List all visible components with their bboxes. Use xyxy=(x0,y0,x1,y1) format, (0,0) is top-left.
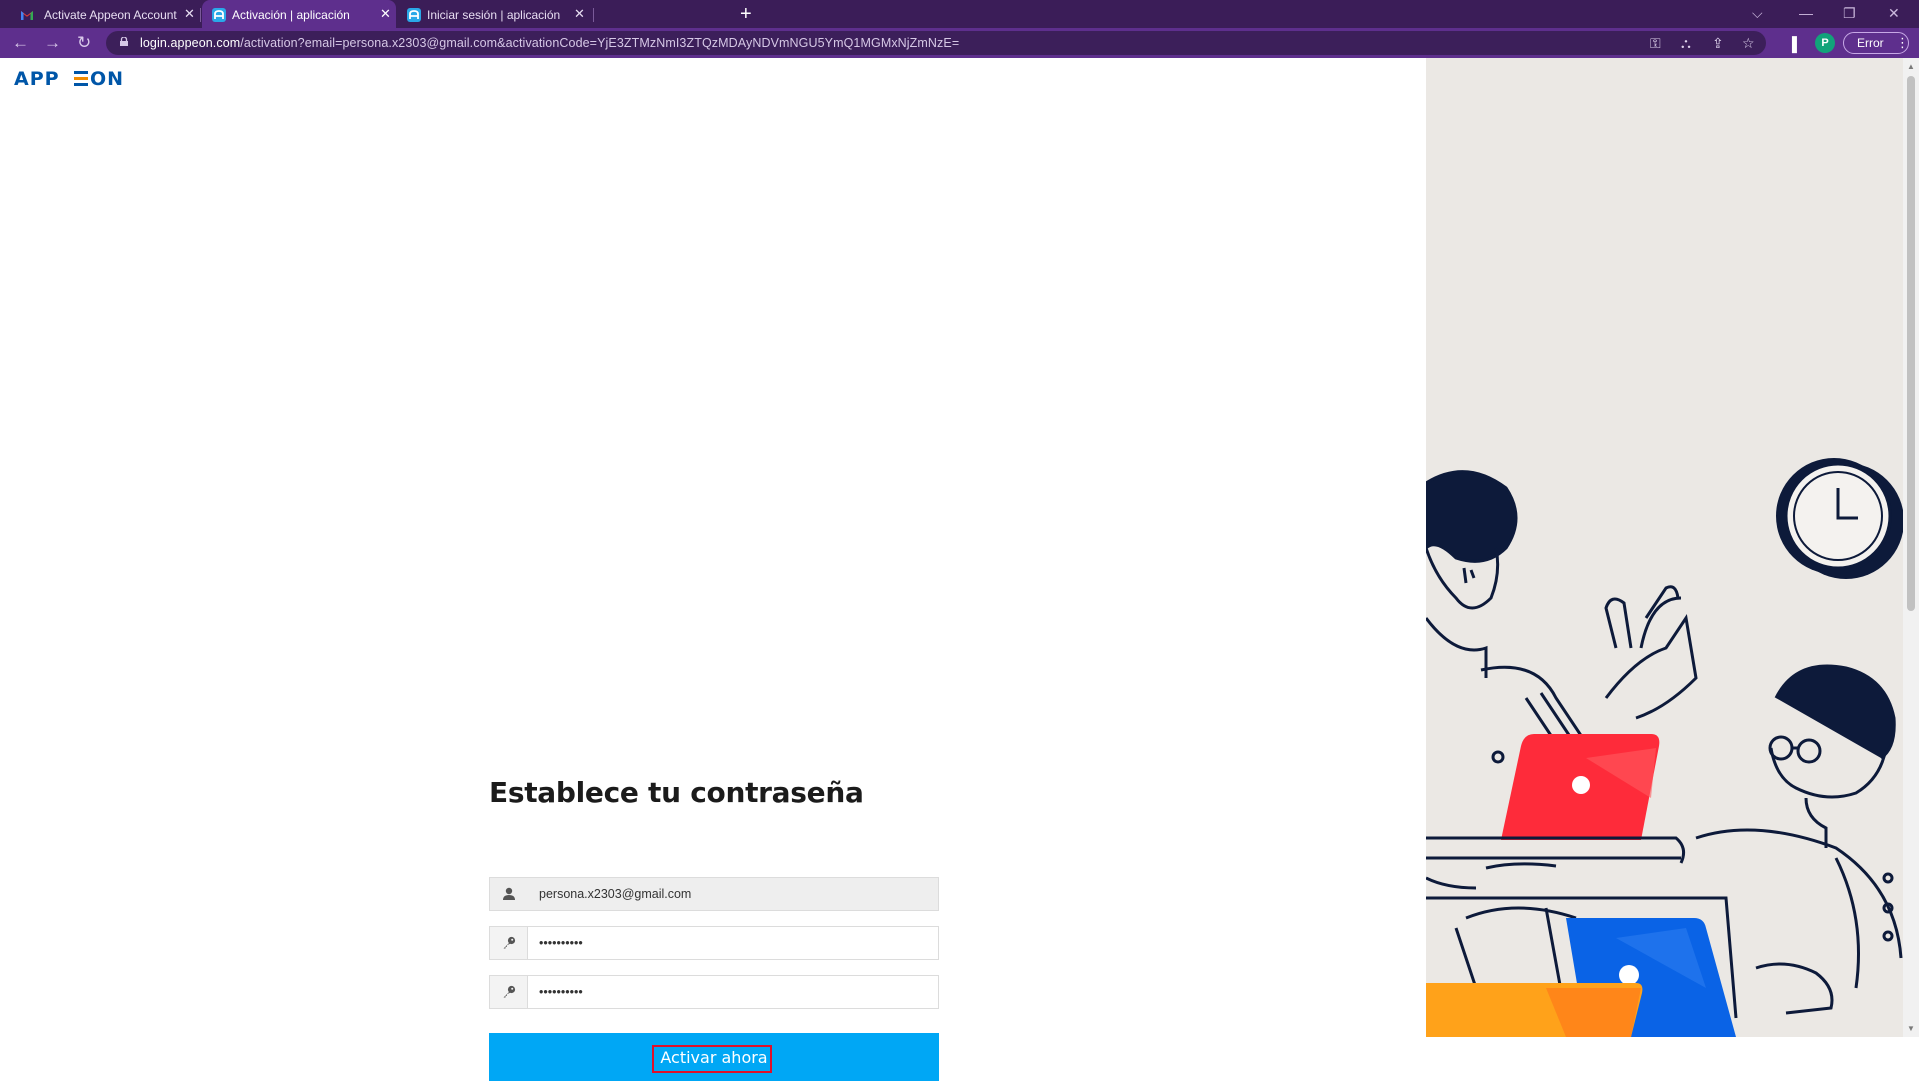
tab-gmail[interactable]: Activate Appeon Account - perso ✕ xyxy=(0,0,200,28)
confirm-password-addon xyxy=(490,976,528,1008)
activate-now-label: Activar ahora xyxy=(660,1048,768,1067)
appeon-favicon xyxy=(212,8,226,22)
side-panel-icon[interactable]: ▐ xyxy=(1787,36,1797,52)
email-addon xyxy=(490,878,528,910)
password-input[interactable] xyxy=(529,927,938,959)
url-host: login.appeon.com xyxy=(140,36,241,50)
key-icon[interactable]: ⚿ xyxy=(1650,35,1661,52)
address-bar[interactable]: login.appeon.com/activation?email=person… xyxy=(106,31,1766,55)
svg-text:APP: APP xyxy=(14,68,60,88)
error-label: Error xyxy=(1857,36,1884,50)
scrollbar-thumb[interactable] xyxy=(1907,76,1915,611)
clock-icon xyxy=(1776,458,1903,579)
page-title: Establece tu contraseña xyxy=(489,776,864,809)
bookmark-star-icon[interactable]: ☆ xyxy=(1742,35,1755,52)
tab-iniciar-sesion[interactable]: Iniciar sesión | aplicación ✕ xyxy=(398,0,592,28)
new-tab-button[interactable]: + xyxy=(740,4,752,24)
tab-title: Activación | aplicación xyxy=(232,8,350,22)
forward-arrow-icon[interactable]: → xyxy=(44,33,61,53)
page-scrollbar[interactable]: ▲ ▼ xyxy=(1903,58,1919,1037)
password-field[interactable] xyxy=(489,926,939,960)
key-icon xyxy=(503,936,516,949)
tab-search-chevron-icon[interactable]: ⌵ xyxy=(1752,5,1763,22)
kebab-menu-icon: ⋮ xyxy=(1896,35,1909,50)
close-icon[interactable]: ✕ xyxy=(574,6,585,22)
browser-toolbar: ← → ↻ login.appeon.com/activation?email=… xyxy=(0,28,1919,58)
tab-separator xyxy=(593,8,594,22)
activate-now-button[interactable]: Activar ahora xyxy=(489,1033,939,1081)
orange-laptop xyxy=(1426,983,1643,1037)
tab-title: Iniciar sesión | aplicación xyxy=(427,8,561,22)
red-laptop xyxy=(1501,734,1660,840)
illustration-panel xyxy=(1426,58,1903,1037)
scroll-down-arrow-icon[interactable]: ▼ xyxy=(1907,1024,1915,1033)
close-icon[interactable]: ✕ xyxy=(184,6,195,22)
reload-icon[interactable]: ↻ xyxy=(77,33,91,53)
svg-text:ON: ON xyxy=(90,68,124,88)
page-content: APP ON Establece tu contraseña persona.x… xyxy=(0,58,1903,1081)
tab-strip: Activate Appeon Account - perso ✕ Activa… xyxy=(0,0,1919,28)
appeon-favicon xyxy=(407,8,421,22)
tab-title: Activate Appeon Account - perso xyxy=(44,8,178,22)
back-arrow-icon[interactable]: ← xyxy=(12,33,29,53)
people-working-illustration xyxy=(1426,458,1903,1037)
lock-icon xyxy=(120,37,128,46)
url-path: /activation?email=persona.x2303@gmail.co… xyxy=(240,36,960,50)
email-field[interactable] xyxy=(489,877,939,911)
close-icon[interactable]: ✕ xyxy=(380,6,391,22)
gmail-icon xyxy=(21,11,33,20)
minimize-icon[interactable]: — xyxy=(1799,5,1813,21)
tab-separator xyxy=(200,8,201,22)
error-menu-button[interactable]: Error ⋮ xyxy=(1843,32,1909,54)
profile-avatar[interactable]: P xyxy=(1815,33,1835,53)
email-input[interactable] xyxy=(529,878,938,910)
user-icon xyxy=(503,887,515,900)
restore-icon[interactable]: ❐ xyxy=(1843,5,1856,22)
tab-activacion[interactable]: Activación | aplicación ✕ xyxy=(202,0,396,28)
share-icon[interactable]: ⇪ xyxy=(1712,35,1724,52)
key-icon xyxy=(503,985,516,998)
confirm-password-field[interactable] xyxy=(489,975,939,1009)
appeon-logo[interactable]: APP ON xyxy=(14,68,150,88)
url-text[interactable]: login.appeon.com/activation?email=person… xyxy=(140,36,959,50)
close-window-icon[interactable]: ✕ xyxy=(1888,5,1900,22)
translate-icon[interactable]: ⛬ xyxy=(1681,35,1691,52)
confirm-password-input[interactable] xyxy=(529,976,938,1008)
scroll-up-arrow-icon[interactable]: ▲ xyxy=(1907,62,1915,71)
password-addon xyxy=(490,927,528,959)
